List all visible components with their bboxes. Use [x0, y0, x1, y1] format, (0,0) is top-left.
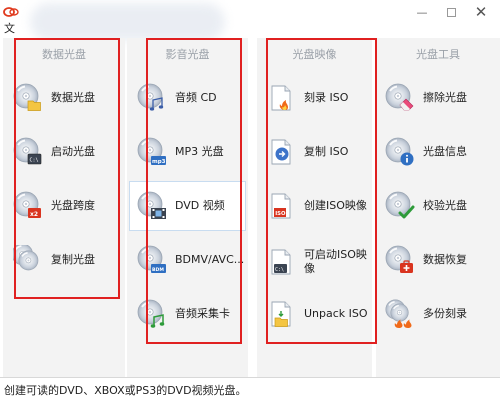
item-data-recovery[interactable]: 数据恢复 — [385, 242, 467, 278]
bootable-iso-icon: C:\ — [266, 247, 296, 277]
column-header: 数据光盘 — [42, 48, 86, 61]
status-bar: 创建可读的DVD、XBOX或PS3的DVD视频光盘。 — [0, 377, 500, 400]
item-label: 启动光盘 — [51, 145, 95, 158]
item-label: 光盘跨度 — [51, 199, 95, 212]
item-erase-disc[interactable]: 擦除光盘 — [385, 80, 467, 116]
item-label: 复制 ISO — [304, 145, 349, 158]
maximize-button[interactable] — [436, 2, 466, 22]
item-bootable-iso[interactable]: C:\ 可启动ISO映像 — [266, 244, 376, 280]
multi-burn-icon — [385, 299, 412, 328]
item-burn-iso[interactable]: 刻录 ISO — [266, 80, 348, 116]
item-data-disc[interactable]: 数据光盘 — [13, 80, 95, 116]
create-iso-icon: ISO — [266, 191, 296, 221]
item-dvd-video[interactable]: DVD 视频 — [129, 181, 246, 231]
item-label: 数据光盘 — [51, 91, 95, 104]
mp3-disc-icon: mp3 — [137, 137, 166, 165]
item-label: 音频 CD — [175, 91, 217, 104]
item-unpack-iso[interactable]: Unpack ISO — [266, 296, 368, 332]
disc-span-icon: x2 — [13, 191, 41, 218]
item-label: 音频采集卡 — [175, 307, 230, 320]
disc-boot-icon: C:\ — [13, 137, 42, 165]
item-bdmv[interactable]: BDM BDMV/AVC... — [137, 242, 244, 278]
item-label: 光盘信息 — [423, 145, 467, 158]
status-text: 创建可读的DVD、XBOX或PS3的DVD视频光盘。 — [4, 384, 247, 397]
audio-cd-icon — [137, 83, 164, 111]
data-recovery-icon — [385, 245, 413, 273]
svg-text:BDM: BDM — [152, 267, 164, 273]
item-label: MP3 光盘 — [175, 145, 224, 158]
item-mp3-disc[interactable]: mp3 MP3 光盘 — [137, 134, 224, 170]
dvd-video-icon — [137, 191, 166, 219]
item-create-iso[interactable]: ISO 创建ISO映像 — [266, 188, 367, 224]
title-bar: — ✕ 文 — [0, 0, 500, 41]
item-disc-span[interactable]: x2 光盘跨度 — [13, 188, 95, 224]
item-label: DVD 视频 — [175, 199, 225, 212]
minimize-button[interactable]: — — [407, 2, 437, 22]
verify-disc-icon — [385, 191, 415, 219]
svg-text:C:\: C:\ — [275, 267, 284, 273]
item-verify-disc[interactable]: 校验光盘 — [385, 188, 467, 224]
disc-copy-icon — [13, 245, 39, 271]
erase-disc-icon — [385, 83, 414, 111]
app-logo-icon — [3, 7, 19, 17]
item-label: BDMV/AVC... — [175, 253, 245, 266]
item-label: 多份刻录 — [423, 307, 467, 320]
close-button[interactable]: ✕ — [466, 2, 496, 22]
item-label: 校验光盘 — [423, 199, 467, 212]
item-disc-info[interactable]: 光盘信息 — [385, 134, 467, 170]
item-audio-cd[interactable]: 音频 CD — [137, 80, 217, 116]
item-label: Unpack ISO — [304, 307, 368, 320]
column-header: 光盘工具 — [416, 48, 460, 61]
disc-folder-icon — [13, 83, 41, 111]
column-header: 光盘映像 — [292, 48, 337, 61]
item-label: 复制光盘 — [51, 253, 95, 266]
menu-file[interactable]: 文 — [4, 20, 15, 36]
item-copy-disc[interactable]: 复制光盘 — [13, 242, 95, 278]
item-multi-burn[interactable]: 多份刻录 — [385, 296, 467, 332]
svg-text:x2: x2 — [30, 211, 38, 218]
unpack-iso-icon — [266, 299, 296, 327]
audio-grabber-icon — [137, 299, 165, 328]
item-label: 创建ISO映像 — [304, 199, 367, 212]
copy-iso-icon — [266, 137, 296, 167]
item-audio-grabber[interactable]: 音频采集卡 — [137, 296, 230, 332]
item-copy-iso[interactable]: 复制 ISO — [266, 134, 348, 170]
column-header: 影音光盘 — [165, 48, 210, 61]
svg-text:mp3: mp3 — [152, 159, 166, 165]
item-label: 数据恢复 — [423, 253, 467, 266]
blurred-region — [30, 3, 225, 41]
item-label: 刻录 ISO — [304, 91, 349, 104]
svg-text:C:\: C:\ — [30, 158, 39, 164]
burn-iso-icon — [266, 83, 296, 113]
item-label: 可启动ISO映像 — [304, 248, 367, 275]
close-icon: ✕ — [474, 3, 488, 21]
maximize-icon — [446, 7, 456, 17]
item-label: 擦除光盘 — [423, 91, 467, 104]
svg-text:ISO: ISO — [275, 211, 286, 217]
bdmv-icon: BDM — [137, 245, 166, 273]
disc-info-icon — [385, 137, 414, 166]
item-boot-disc[interactable]: C:\ 启动光盘 — [13, 134, 95, 170]
